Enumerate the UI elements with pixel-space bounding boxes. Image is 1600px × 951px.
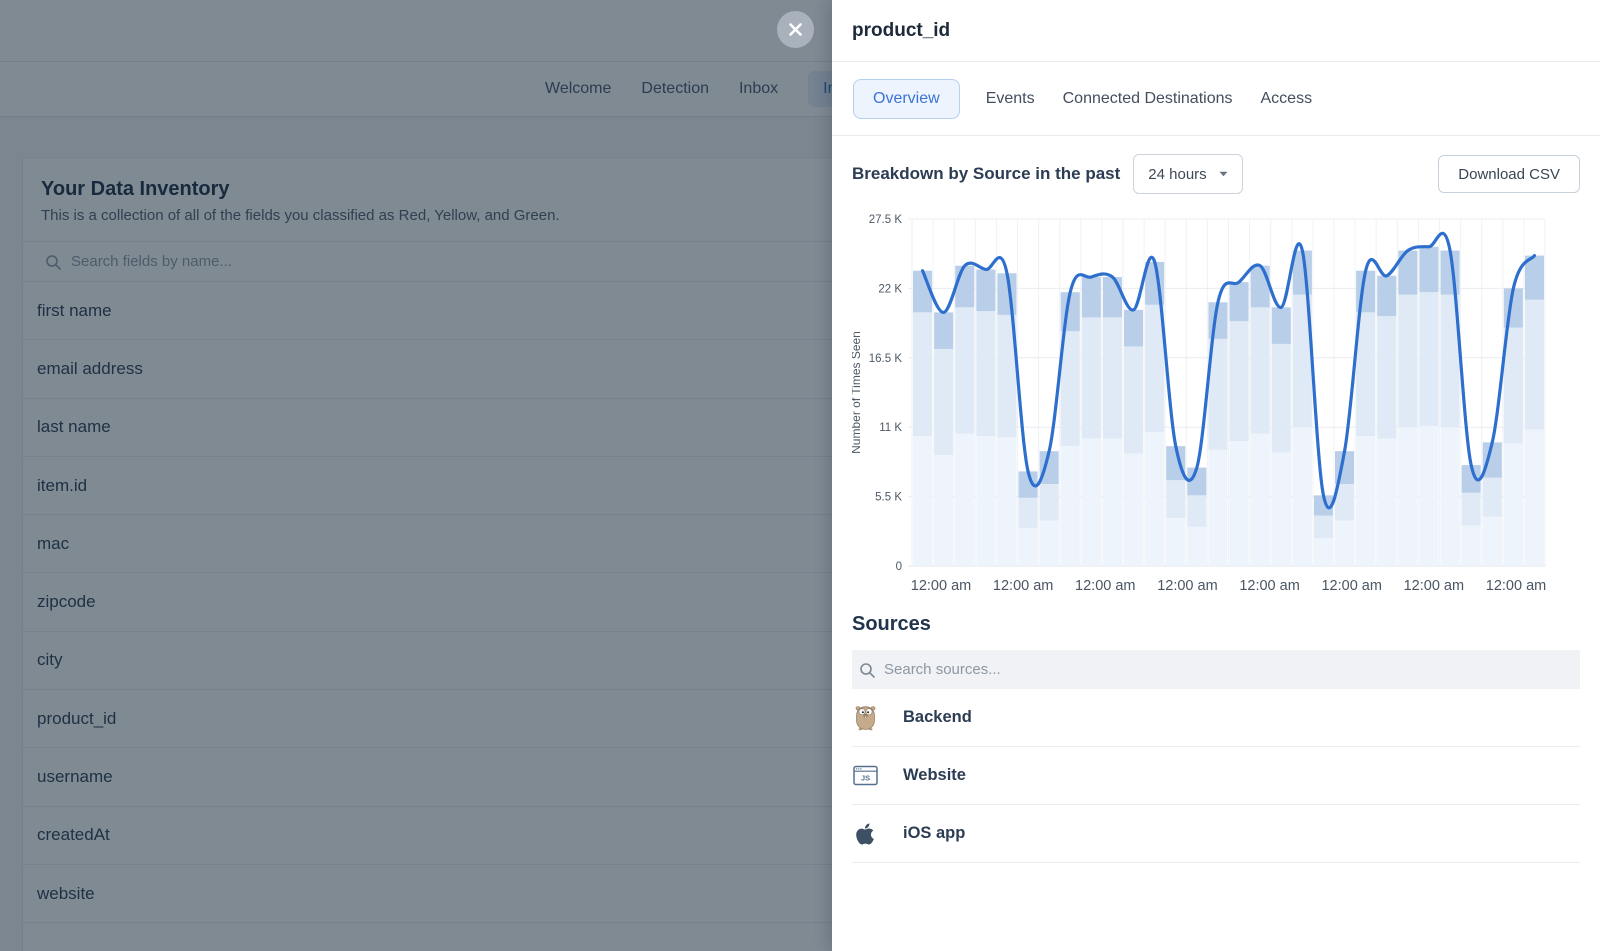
svg-text:12:00 am: 12:00 am bbox=[1239, 578, 1299, 594]
tab-access[interactable]: Access bbox=[1259, 80, 1315, 118]
sources-search-input[interactable] bbox=[884, 661, 1284, 678]
panel-title: product_id bbox=[852, 20, 950, 42]
svg-text:12:00 am: 12:00 am bbox=[1404, 578, 1464, 594]
apple-icon bbox=[852, 822, 878, 846]
search-icon bbox=[859, 662, 875, 678]
svg-text:12:00 am: 12:00 am bbox=[993, 578, 1053, 594]
javascript-browser-icon: JS bbox=[852, 765, 878, 786]
svg-text:12:00 am: 12:00 am bbox=[911, 578, 971, 594]
svg-text:12:00 am: 12:00 am bbox=[1075, 578, 1135, 594]
svg-text:Number of Times Seen: Number of Times Seen bbox=[852, 331, 863, 454]
time-range-select[interactable]: 24 hours bbox=[1133, 154, 1242, 194]
source-row-backend[interactable]: Backend bbox=[852, 689, 1580, 747]
sources-search-bar[interactable] bbox=[852, 650, 1580, 689]
close-icon bbox=[788, 22, 803, 37]
panel-tabs: Overview Events Connected Destinations A… bbox=[832, 62, 1600, 136]
source-name: Website bbox=[903, 766, 966, 785]
stacked-bar-line-chart: 0 5.5 K 11 K 16.5 K 22 K 27.5 K 12:00 am 12:00 … bbox=[852, 200, 1580, 600]
close-panel-button[interactable] bbox=[777, 11, 814, 48]
breakdown-header-row: Breakdown by Source in the past 24 hours… bbox=[852, 154, 1580, 194]
source-name: Backend bbox=[903, 708, 972, 727]
svg-text:0: 0 bbox=[896, 561, 902, 573]
svg-text:12:00 am: 12:00 am bbox=[1321, 578, 1381, 594]
svg-text:JS: JS bbox=[860, 774, 869, 783]
svg-text:16.5 K: 16.5 K bbox=[869, 353, 903, 365]
breakdown-heading: Breakdown by Source in the past bbox=[852, 164, 1120, 184]
source-row-website[interactable]: JS Website bbox=[852, 747, 1580, 805]
field-detail-panel: product_id Overview Events Connected Des… bbox=[832, 0, 1600, 951]
source-name: iOS app bbox=[903, 824, 965, 843]
tab-events[interactable]: Events bbox=[984, 80, 1037, 118]
svg-text:27.5 K: 27.5 K bbox=[869, 214, 903, 226]
sources-heading: Sources bbox=[852, 613, 1580, 636]
svg-text:12:00 am: 12:00 am bbox=[1157, 578, 1217, 594]
tab-overview[interactable]: Overview bbox=[853, 79, 960, 119]
tab-connected-destinations[interactable]: Connected Destinations bbox=[1061, 80, 1235, 118]
panel-header: product_id bbox=[832, 0, 1600, 62]
svg-text:11 K: 11 K bbox=[879, 422, 902, 434]
time-range-value: 24 hours bbox=[1148, 166, 1206, 183]
svg-text:22 K: 22 K bbox=[878, 283, 902, 295]
svg-text:12:00 am: 12:00 am bbox=[1486, 578, 1546, 594]
caret-down-icon bbox=[1219, 171, 1228, 177]
source-row-ios-app[interactable]: iOS app bbox=[852, 805, 1580, 863]
breakdown-chart: 0 5.5 K 11 K 16.5 K 22 K 27.5 K 12:00 am 12:00 … bbox=[852, 200, 1580, 605]
svg-text:5.5 K: 5.5 K bbox=[875, 492, 902, 504]
gopher-icon bbox=[852, 705, 878, 731]
download-csv-button[interactable]: Download CSV bbox=[1438, 155, 1580, 193]
